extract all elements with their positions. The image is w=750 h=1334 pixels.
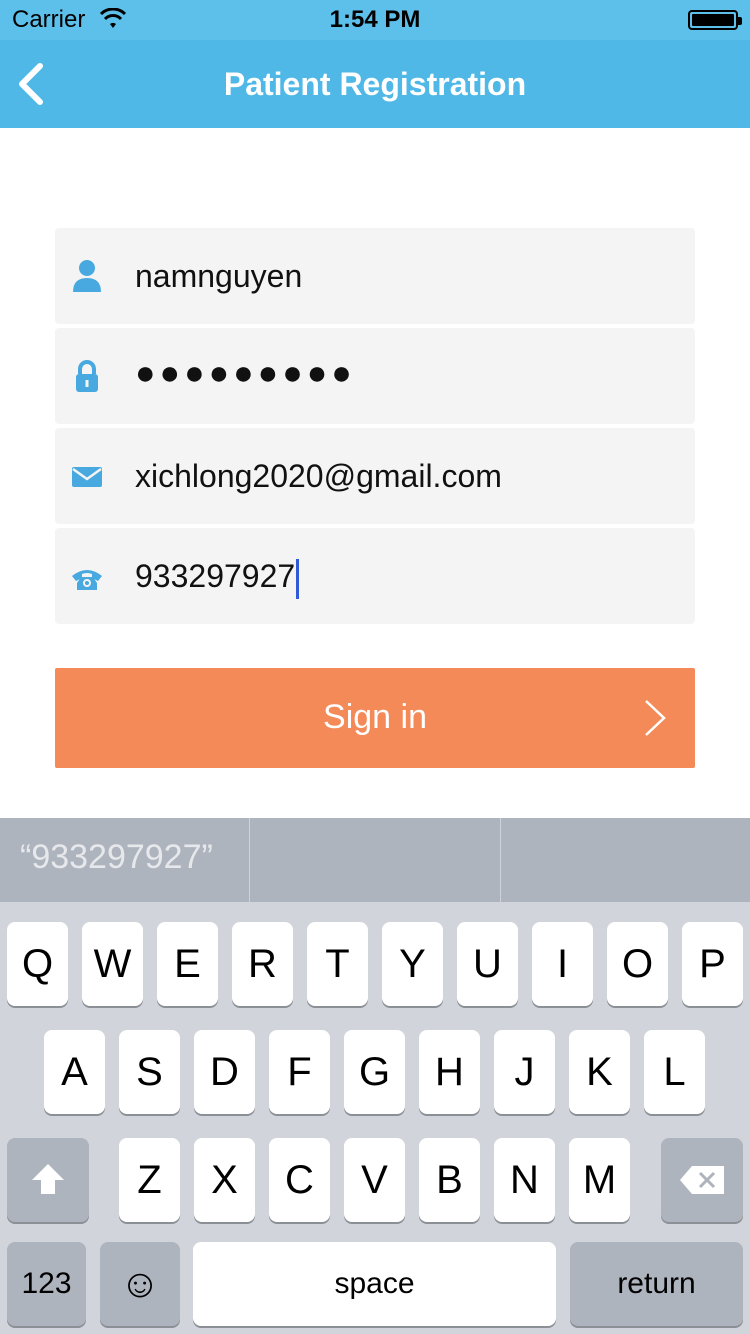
suggestion-cell[interactable] — [501, 818, 750, 902]
phone-field[interactable]: 933297927 — [55, 528, 695, 624]
key-label: return — [617, 1267, 696, 1300]
key-a[interactable]: A — [44, 1030, 105, 1114]
key-label: V — [361, 1158, 388, 1202]
username-value: namnguyen — [135, 258, 303, 294]
email-value: xichlong2020@gmail.com — [135, 458, 502, 494]
key-j[interactable]: J — [494, 1030, 555, 1114]
key-u[interactable]: U — [457, 922, 518, 1006]
key-label: space — [334, 1267, 415, 1300]
sign-in-button[interactable]: Sign in — [55, 668, 695, 768]
numbers-key[interactable]: 123 — [7, 1242, 86, 1326]
key-z[interactable]: Z — [119, 1138, 180, 1222]
delete-key[interactable] — [661, 1138, 743, 1222]
key-label: A — [61, 1050, 88, 1094]
battery-icon — [688, 10, 742, 30]
key-w[interactable]: W — [82, 922, 143, 1006]
key-v[interactable]: V — [344, 1138, 405, 1222]
key-label: 123 — [21, 1267, 72, 1300]
keyboard: “933297927” Q W E R T Y U I O P A S D F … — [0, 818, 750, 1334]
return-key[interactable]: return — [570, 1242, 743, 1326]
key-label: U — [473, 942, 502, 986]
key-label: L — [663, 1050, 686, 1094]
sign-in-label: Sign in — [323, 698, 427, 736]
page-title: Patient Registration — [223, 66, 527, 102]
key-s[interactable]: S — [119, 1030, 180, 1114]
key-l[interactable]: L — [644, 1030, 705, 1114]
key-label: C — [285, 1158, 314, 1202]
suggestion-cell[interactable]: “933297927” — [0, 818, 249, 902]
key-x[interactable]: X — [194, 1138, 255, 1222]
email-field[interactable]: xichlong2020@gmail.com — [55, 428, 695, 524]
key-label: I — [556, 942, 569, 986]
key-y[interactable]: Y — [382, 922, 443, 1006]
key-label: O — [621, 942, 654, 986]
key-b[interactable]: B — [419, 1138, 480, 1222]
shift-arrow-icon — [32, 1164, 64, 1194]
key-g[interactable]: G — [344, 1030, 405, 1114]
key-label: J — [514, 1050, 535, 1094]
key-r[interactable]: R — [232, 922, 293, 1006]
phone-value: 933297927 — [135, 558, 296, 594]
key-d[interactable]: D — [194, 1030, 255, 1114]
key-label: Y — [399, 942, 426, 986]
text-cursor — [296, 558, 300, 599]
suggestion-bar: “933297927” — [0, 818, 750, 902]
key-label: G — [358, 1050, 391, 1094]
key-label: B — [436, 1158, 463, 1202]
key-p[interactable]: P — [682, 922, 743, 1006]
key-label: P — [699, 942, 726, 986]
chevron-right-icon — [645, 700, 666, 736]
key-label: Q — [21, 942, 54, 986]
key-h[interactable]: H — [419, 1030, 480, 1114]
key-label: N — [510, 1158, 539, 1202]
username-field[interactable]: namnguyen — [55, 228, 695, 324]
key-k[interactable]: K — [569, 1030, 630, 1114]
key-label: Z — [137, 1158, 162, 1202]
status-bar: Carrier 1:54 PM — [0, 0, 750, 40]
mail-icon — [72, 467, 102, 487]
key-o[interactable]: O — [607, 922, 668, 1006]
password-value: ●●●●●●●●● — [135, 354, 356, 392]
emoji-key[interactable]: ☺ — [100, 1242, 180, 1326]
emoji-icon: ☺ — [119, 1262, 161, 1306]
key-m[interactable]: M — [569, 1138, 630, 1222]
suggestion-text: “933297927” — [20, 838, 213, 876]
key-e[interactable]: E — [157, 922, 218, 1006]
key-label: T — [325, 942, 350, 986]
key-t[interactable]: T — [307, 922, 368, 1006]
key-label: E — [174, 942, 201, 986]
key-i[interactable]: I — [532, 922, 593, 1006]
user-icon — [73, 260, 101, 292]
key-label: F — [287, 1050, 312, 1094]
clock: 1:54 PM — [329, 6, 421, 33]
key-f[interactable]: F — [269, 1030, 330, 1114]
key-q[interactable]: Q — [7, 922, 68, 1006]
key-label: D — [210, 1050, 239, 1094]
password-field[interactable]: ●●●●●●●●● — [55, 328, 695, 424]
backspace-icon — [680, 1166, 724, 1194]
suggestion-cell[interactable] — [250, 818, 500, 902]
key-label: M — [582, 1158, 617, 1202]
space-key[interactable]: space — [193, 1242, 556, 1326]
shift-key[interactable] — [7, 1138, 89, 1222]
key-label: S — [136, 1050, 163, 1094]
navigation-bar: Patient Registration — [0, 40, 750, 128]
phone-icon — [72, 570, 102, 590]
phone-input[interactable]: 933297927 — [135, 558, 300, 599]
key-label: K — [586, 1050, 613, 1094]
lock-icon — [76, 360, 98, 392]
key-label: R — [248, 942, 277, 986]
key-label: H — [435, 1050, 464, 1094]
key-label: W — [93, 942, 132, 986]
key-label: X — [211, 1158, 238, 1202]
key-n[interactable]: N — [494, 1138, 555, 1222]
top-bar: Carrier 1:54 PM Patient Registration — [0, 0, 750, 128]
key-c[interactable]: C — [269, 1138, 330, 1222]
